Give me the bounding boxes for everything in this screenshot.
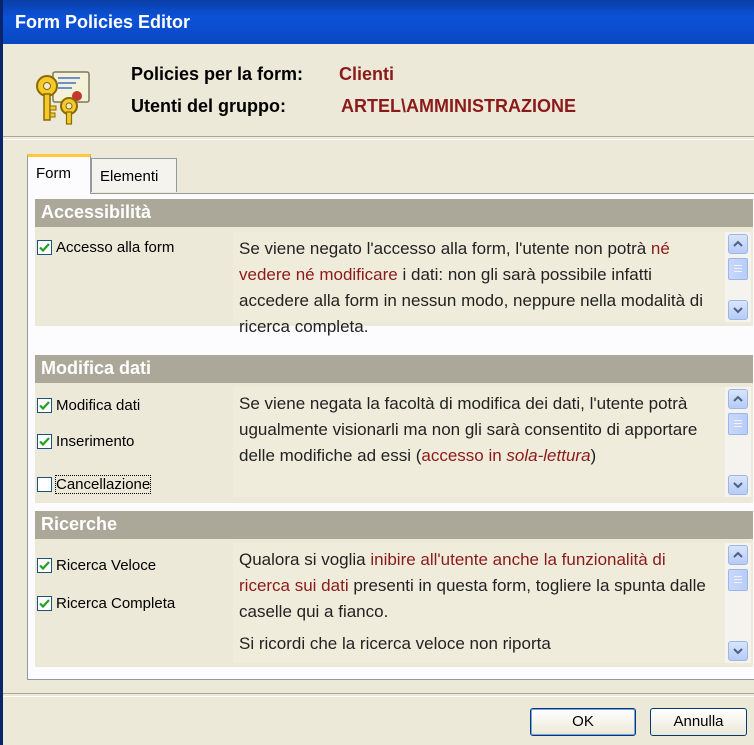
ricerca-veloce-checkbox[interactable]: Ricerca Veloce [37, 557, 156, 574]
checkbox-label: Accesso alla form [56, 239, 175, 256]
scroll-down-icon[interactable] [728, 300, 748, 320]
checkbox-label: Modifica dati [56, 397, 141, 414]
inserimento-checkbox[interactable]: Inserimento [37, 433, 134, 450]
tab-elementi[interactable]: Elementi [91, 158, 177, 192]
scroll-down-icon[interactable] [728, 641, 748, 661]
scroll-up-icon[interactable] [728, 545, 748, 565]
section-title: Accessibilità [41, 202, 152, 222]
header-divider [3, 136, 754, 140]
scroll-down-icon[interactable] [728, 475, 748, 495]
title-bar[interactable]: Form Policies Editor [3, 0, 754, 44]
description-accessibilita: Se viene negato l'accesso alla form, l'u… [233, 232, 751, 336]
window-title: Form Policies Editor [15, 12, 191, 32]
accesso-form-checkbox[interactable]: Accesso alla form [37, 239, 174, 256]
scroll-thumb[interactable] [728, 258, 748, 280]
section-accessibilita: Accesso alla form Se viene negato l'acce… [35, 227, 753, 336]
section-header-modifica: Modifica dati [35, 355, 753, 383]
ok-button[interactable]: OK [530, 708, 636, 736]
users-label: Utenti del gruppo: [131, 96, 286, 116]
checkbox-checked-icon [37, 434, 52, 449]
section-modifica: Modifica dati Inserimento Cancellazione … [35, 383, 753, 503]
checkbox-checked-icon [37, 596, 52, 611]
tab-form[interactable]: Form [27, 154, 91, 194]
vertical-scrollbar[interactable] [725, 543, 751, 663]
group-name: ARTEL\AMMINISTRAZIONE [341, 96, 576, 116]
footer-divider [3, 693, 754, 697]
cancel-button-label: Annulla [673, 713, 724, 730]
section-title: Ricerche [41, 514, 118, 534]
scroll-thumb[interactable] [728, 569, 748, 591]
ok-button-label: OK [572, 713, 594, 730]
checkbox-checked-icon [37, 240, 52, 255]
scroll-thumb[interactable] [728, 413, 748, 435]
keys-certificate-icon [31, 66, 95, 126]
section-ricerche: Ricerca Veloce Ricerca Completa Qualora … [35, 539, 753, 667]
section-header-ricerche: Ricerche [35, 511, 753, 539]
checkbox-checked-icon [37, 398, 52, 413]
tab-form-label: Form [36, 165, 71, 182]
checkbox-label: Cancellazione [54, 475, 152, 494]
section-title: Modifica dati [41, 358, 152, 378]
tab-elementi-label: Elementi [100, 168, 159, 185]
description-ricerche: Qualora si voglia inibire all'utente anc… [233, 543, 751, 663]
cancel-button[interactable]: Annulla [650, 708, 747, 736]
scroll-up-icon[interactable] [728, 389, 748, 409]
description-modifica: Se viene negata la facoltà di modifica d… [233, 387, 751, 497]
form-policies-editor-window: Form Policies Editor Policies per la for… [0, 0, 754, 745]
checkbox-label: Ricerca Veloce [56, 557, 157, 574]
policies-label: Policies per la form: [131, 64, 304, 84]
modifica-dati-checkbox[interactable]: Modifica dati [37, 397, 140, 414]
dialog-header: Policies per la form: Clienti Utenti del… [3, 44, 754, 136]
cancellazione-checkbox[interactable]: Cancellazione [37, 475, 152, 494]
ricerca-completa-checkbox[interactable]: Ricerca Completa [37, 595, 175, 612]
checkbox-label: Ricerca Completa [56, 595, 176, 612]
section-header-accessibilita: Accessibilità [35, 199, 753, 227]
form-name: Clienti [339, 64, 395, 84]
checkbox-unchecked-icon [37, 477, 52, 492]
vertical-scrollbar[interactable] [725, 232, 751, 322]
checkbox-label: Inserimento [56, 433, 135, 450]
scroll-up-icon[interactable] [728, 234, 748, 254]
checkbox-checked-icon [37, 558, 52, 573]
vertical-scrollbar[interactable] [725, 387, 751, 497]
